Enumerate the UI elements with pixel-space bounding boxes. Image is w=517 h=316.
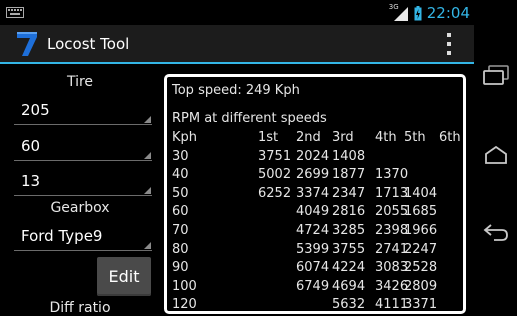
gearbox-spinner[interactable]: Ford Type9 [14, 224, 152, 251]
table-cell: 6252 [258, 185, 292, 201]
diff-ratio-label: Diff ratio [49, 300, 111, 316]
table-cell: 1877 [332, 167, 366, 183]
tire-width-value: 205 [21, 101, 50, 119]
column-header: 4th [375, 130, 397, 145]
tire-aspect-value: 60 [21, 137, 41, 155]
table-cell: 3374 [296, 185, 330, 201]
input-form: Tire 205 60 13 Gearbox Ford Type9 Edit D… [0, 64, 160, 316]
app-logo-icon[interactable] [16, 31, 38, 57]
signal-icon: 3G [388, 3, 409, 22]
table-cell: 3751 [258, 148, 292, 164]
table-cell: 6074 [296, 260, 330, 276]
table-header: Kph 1st 2nd 3rd 4th 5th 6th [167, 130, 463, 148]
clock: 22:04 [426, 4, 470, 22]
table-cell: 1370 [375, 167, 409, 183]
results-panel[interactable]: Top speed: 249 Kph RPM at different spee… [164, 74, 466, 314]
home-icon[interactable] [482, 144, 510, 166]
table-cell: 1685 [404, 204, 438, 220]
recent-apps-icon[interactable] [482, 64, 510, 86]
navigation-bar [474, 0, 517, 310]
table-cell: 2809 [404, 278, 438, 294]
overflow-menu-icon[interactable] [444, 33, 454, 55]
table-row: 30 3751 2024 1408 [167, 148, 463, 167]
table-row: 60 4049 2816 2055 1685 [167, 204, 463, 222]
table-row: 120 5632 4111 3371 [167, 297, 463, 313]
table-cell: 5632 [332, 297, 366, 313]
table-cell: 4694 [332, 278, 366, 294]
table-cell: 4224 [332, 260, 366, 276]
table-row: 100 6749 4694 3426 2809 [167, 278, 463, 297]
table-cell: 2816 [332, 204, 366, 220]
table-cell: 30 [172, 148, 189, 164]
table-cell: 90 [172, 260, 189, 276]
table-row: 40 5002 2699 1877 1370 [167, 167, 463, 185]
rim-size-value: 13 [21, 172, 41, 190]
table-cell: 3285 [332, 223, 366, 238]
table-cell: 1966 [404, 223, 438, 238]
table-row: 90 6074 4224 3083 2528 [167, 260, 463, 278]
table-cell: 2247 [404, 241, 438, 257]
tire-width-spinner[interactable]: 205 [14, 98, 152, 125]
table-cell: 100 [172, 278, 197, 294]
table-row: 70 4724 3285 2398 1966 [167, 223, 463, 241]
spinner-arrow-icon [144, 242, 151, 249]
rpm-title: RPM at different speeds [172, 111, 327, 126]
gearbox-label: Gearbox [50, 200, 110, 216]
top-speed: Top speed: 249 Kph [172, 83, 300, 98]
column-header: 6th [439, 130, 461, 145]
table-cell: 60 [172, 204, 189, 220]
table-cell: 4724 [296, 223, 330, 238]
table-cell: 4049 [296, 204, 330, 220]
edit-button[interactable]: Edit [97, 257, 151, 296]
table-cell: 70 [172, 223, 189, 238]
table-row: 50 6252 3374 2347 1713 1404 [167, 185, 463, 204]
column-header: 5th [404, 130, 426, 145]
app-title: Locost Tool [47, 35, 130, 53]
table-cell: 5399 [296, 241, 330, 257]
battery-charging-icon [414, 5, 422, 20]
table-cell: 40 [172, 167, 189, 183]
table-cell: 2024 [296, 148, 330, 164]
table-row: 80 5399 3755 2741 2247 [167, 241, 463, 260]
table-cell: 3755 [332, 241, 366, 257]
column-header: 1st [258, 130, 279, 145]
table-cell: 80 [172, 241, 189, 257]
table-cell: 2528 [404, 260, 438, 276]
table-cell: 1404 [404, 185, 438, 201]
column-header: 2nd [296, 130, 321, 145]
tire-aspect-spinner[interactable]: 60 [14, 134, 152, 161]
spinner-arrow-icon [144, 152, 151, 159]
table-cell: 1408 [332, 148, 366, 164]
network-type: 3G [388, 3, 399, 11]
spinner-arrow-icon [144, 187, 151, 194]
gearbox-value: Ford Type9 [21, 227, 103, 245]
table-cell: 120 [172, 297, 197, 313]
keyboard-icon [6, 7, 24, 18]
status-bar: 3G 22:04 [0, 0, 474, 25]
rim-size-spinner[interactable]: 13 [14, 169, 152, 196]
spinner-arrow-icon [144, 116, 151, 123]
table-cell: 3371 [404, 297, 438, 313]
table-cell: 6749 [296, 278, 330, 294]
tire-label: Tire [66, 74, 94, 90]
column-header: 3rd [332, 130, 354, 145]
column-header: Kph [172, 130, 198, 145]
table-cell: 2699 [296, 167, 330, 183]
main-content: Tire 205 60 13 Gearbox Ford Type9 Edit D… [0, 64, 474, 316]
table-cell: 2347 [332, 185, 366, 201]
table-cell: 50 [172, 185, 189, 201]
action-bar: Locost Tool [0, 25, 474, 62]
back-icon[interactable] [482, 221, 510, 243]
table-cell: 5002 [258, 167, 292, 183]
